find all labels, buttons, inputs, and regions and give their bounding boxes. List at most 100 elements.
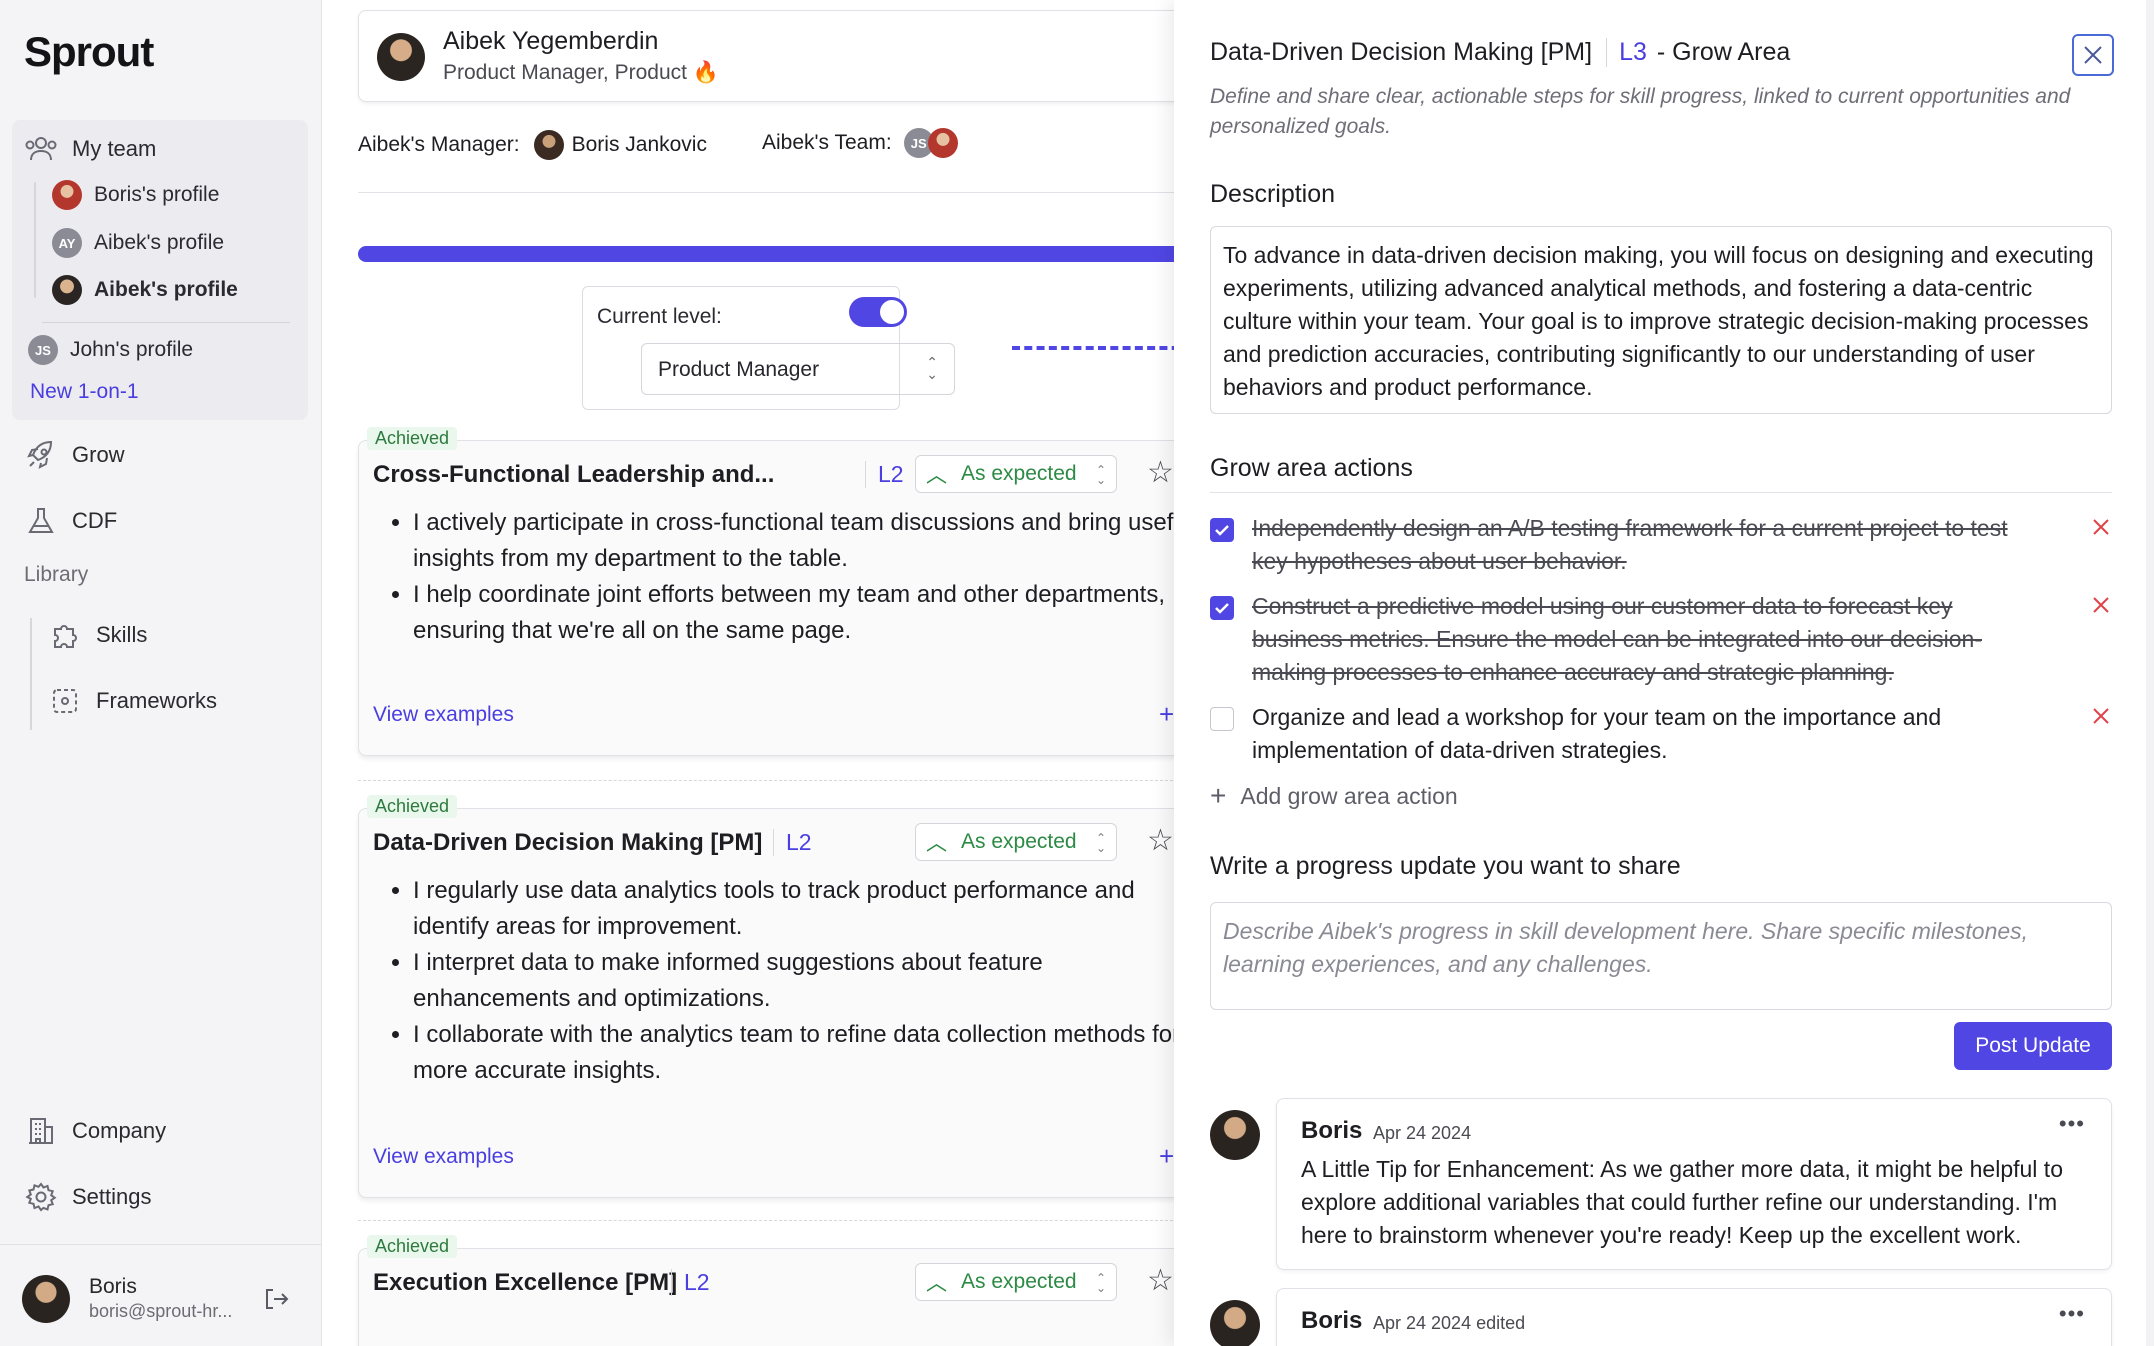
user-name: Boris <box>89 1275 137 1298</box>
sidebar: Sprout My team Boris's profile AY Aibek'… <box>0 0 322 1346</box>
profile-card: Aibek Yegemberdin Product Manager, Produ… <box>358 10 1176 102</box>
star-icon[interactable]: ☆ <box>1147 823 1174 858</box>
sidebar-item-skills[interactable]: Skills <box>48 618 147 652</box>
divider <box>358 192 1176 193</box>
status-badge: Achieved <box>367 1235 458 1258</box>
post-update-button[interactable]: Post Update <box>1954 1022 2112 1070</box>
main-content: Aibek Yegemberdin Product Manager, Produ… <box>322 0 1176 1346</box>
user-email: boris@sprout-hr... <box>89 1301 233 1321</box>
sidebar-item-label: Company <box>72 1118 167 1143</box>
more-icon[interactable]: ••• <box>2059 1111 2085 1137</box>
delete-icon[interactable] <box>2090 516 2112 543</box>
comment-date: Apr 24 2024 <box>1373 1123 1472 1143</box>
action-text[interactable]: Construct a predictive model using our c… <box>1252 590 2042 689</box>
comment-text: A Little Tip for Enhancement: As we gath… <box>1301 1156 2063 1248</box>
plus-icon: + <box>1210 780 1227 811</box>
sidebar-item-my-team[interactable]: My team <box>24 132 156 166</box>
app-logo[interactable]: Sprout <box>24 28 154 76</box>
description-heading: Description <box>1210 180 1336 208</box>
action-checkbox[interactable] <box>1210 596 1234 620</box>
star-icon[interactable]: ☆ <box>1147 1263 1174 1298</box>
comment: Boris Apr 24 2024 edited ••• <box>1276 1288 2112 1346</box>
sidebar-item-company[interactable]: Company <box>24 1114 166 1148</box>
skill-title[interactable]: Data-Driven Decision Making [PM] <box>373 829 762 857</box>
frameworks-icon <box>48 684 82 718</box>
divider <box>358 780 1176 781</box>
sidebar-item-cdf[interactable]: CDF <box>24 504 117 538</box>
view-examples-link[interactable]: View examples <box>373 703 514 727</box>
list-item: I interpret data to make informed sugges… <box>413 945 1176 1017</box>
add-action-button[interactable]: + Add grow area action <box>1210 780 1458 812</box>
grow-area-panel: Data-Driven Decision Making [PM] L3 - Gr… <box>1174 0 2154 1346</box>
chevron-updown-icon: ⌃ ⌄ <box>1095 463 1106 487</box>
star-icon[interactable]: ☆ <box>1147 455 1174 490</box>
add-icon[interactable]: + <box>1159 1141 1174 1172</box>
description-field[interactable]: To advance in data-driven decision makin… <box>1210 226 2112 414</box>
manager-label: Aibek's Manager: <box>358 133 520 156</box>
avatar: JS <box>28 335 58 365</box>
expectation-select[interactable]: ︿ As expected ⌃ ⌄ <box>915 1263 1117 1301</box>
sidebar-item-john-profile[interactable]: JS John's profile <box>28 335 193 365</box>
close-button[interactable] <box>2072 34 2114 76</box>
sidebar-item-aibek-profile-active[interactable]: Aibek's profile <box>52 275 238 305</box>
manager-name[interactable]: Boris Jankovic <box>572 133 707 157</box>
level-progress-bar <box>358 246 1176 262</box>
delete-icon[interactable] <box>2090 705 2112 732</box>
sidebar-item-label: Skills <box>96 622 148 647</box>
avatar[interactable] <box>927 128 958 158</box>
expectation-value: As expected <box>961 830 1077 853</box>
more-icon[interactable]: ••• <box>2059 1301 2085 1327</box>
list-item: I actively participate in cross-function… <box>413 505 1176 577</box>
panel-skill-title: Data-Driven Decision Making [PM] <box>1210 38 1593 66</box>
divider <box>1210 492 2112 493</box>
avatar: AY <box>52 228 82 258</box>
level-select[interactable]: Product Manager ⌃ ⌄ <box>641 343 955 395</box>
sidebar-item-aibek-profile[interactable]: AY Aibek's profile <box>52 228 224 258</box>
profile-name: Aibek Yegemberdin <box>443 27 659 55</box>
action-checkbox[interactable] <box>1210 707 1234 731</box>
new-1on1-link[interactable]: New 1-on-1 <box>30 380 139 404</box>
chevron-updown-icon: ⌃ ⌄ <box>1095 831 1106 855</box>
sidebar-item-label: Boris's profile <box>94 183 220 206</box>
expectation-value: As expected <box>961 1270 1077 1293</box>
team-icon <box>24 132 58 166</box>
sidebar-item-boris-profile[interactable]: Boris's profile <box>52 180 219 210</box>
action-checkbox[interactable] <box>1210 518 1234 542</box>
avatar <box>533 130 564 160</box>
flask-icon <box>24 504 58 538</box>
team-info: Aibek's Team: JS <box>762 128 970 158</box>
list-item: I regularly use data analytics tools to … <box>413 873 1176 945</box>
close-icon <box>2084 46 2102 64</box>
scrollbar[interactable] <box>2146 0 2154 1346</box>
comment: Boris Apr 24 2024 ••• A Little Tip for E… <box>1276 1098 2112 1270</box>
check-icon <box>1215 525 1229 536</box>
avatar[interactable] <box>22 1275 70 1323</box>
add-icon[interactable]: + <box>1159 699 1174 730</box>
progress-update-input[interactable]: Describe Aibek's progress in skill devel… <box>1210 902 2112 1010</box>
logout-icon[interactable] <box>262 1285 290 1318</box>
sidebar-item-settings[interactable]: Settings <box>24 1180 152 1214</box>
sidebar-item-label: My team <box>72 136 157 161</box>
level-toggle[interactable] <box>849 297 907 327</box>
action-text[interactable]: Organize and lead a workshop for your te… <box>1252 701 2042 767</box>
avatar <box>1210 1300 1260 1346</box>
action-text[interactable]: Independently design an A/B testing fram… <box>1252 512 2042 578</box>
expectation-value: As expected <box>961 462 1077 485</box>
view-examples-link[interactable]: View examples <box>373 1145 514 1169</box>
sidebar-item-grow[interactable]: Grow <box>24 438 125 472</box>
check-icon <box>1215 603 1229 614</box>
comment-author: Boris <box>1301 1117 1363 1144</box>
sidebar-item-frameworks[interactable]: Frameworks <box>48 684 217 718</box>
skill-card: Achieved Execution Excellence [PM] L2 ︿ … <box>358 1235 1176 1346</box>
gear-icon <box>24 1180 58 1214</box>
current-user: Boris boris@sprout-hr... <box>0 1244 322 1346</box>
delete-icon[interactable] <box>2090 594 2112 621</box>
panel-title: Data-Driven Decision Making [PM] L3 - Gr… <box>1210 38 1790 67</box>
expectation-select[interactable]: ︿ As expected ⌃ ⌄ <box>915 823 1117 861</box>
rocket-icon <box>24 438 58 472</box>
expectation-select[interactable]: ︿ As expected ⌃ ⌄ <box>915 455 1117 493</box>
skill-title[interactable]: Execution Excellence [PM] <box>373 1269 677 1297</box>
comment-date: Apr 24 2024 edited <box>1373 1313 1526 1333</box>
skill-title[interactable]: Cross-Functional Leadership and... <box>373 461 774 489</box>
sidebar-item-label: CDF <box>72 508 118 533</box>
